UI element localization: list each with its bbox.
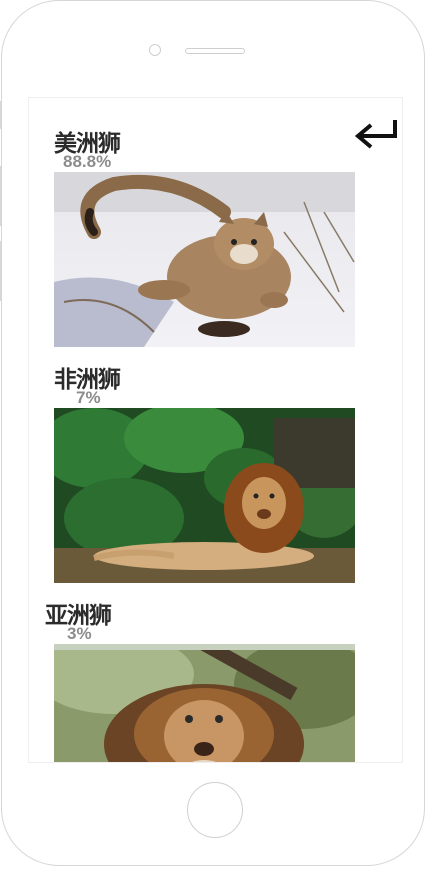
- animal-percent: 88.8%: [63, 152, 112, 171]
- return-arrow-icon: [354, 120, 397, 149]
- animal-percent: 3%: [67, 624, 92, 643]
- asiatic-lion-photo[interactable]: [54, 644, 355, 763]
- phone-volume-down-button: [0, 241, 1, 301]
- app-screen: 美洲狮 88.8% 非洲狮 7% 亚洲狮 3%: [28, 97, 403, 763]
- african-lion-photo[interactable]: [54, 408, 355, 583]
- back-button[interactable]: [353, 118, 401, 154]
- phone-speaker: [185, 48, 245, 54]
- phone-side-button: [0, 101, 1, 129]
- cougar-photo[interactable]: [54, 172, 355, 347]
- phone-volume-up-button: [0, 166, 1, 226]
- phone-camera: [149, 44, 161, 56]
- animal-percent: 7%: [76, 388, 101, 407]
- home-button[interactable]: [187, 782, 243, 838]
